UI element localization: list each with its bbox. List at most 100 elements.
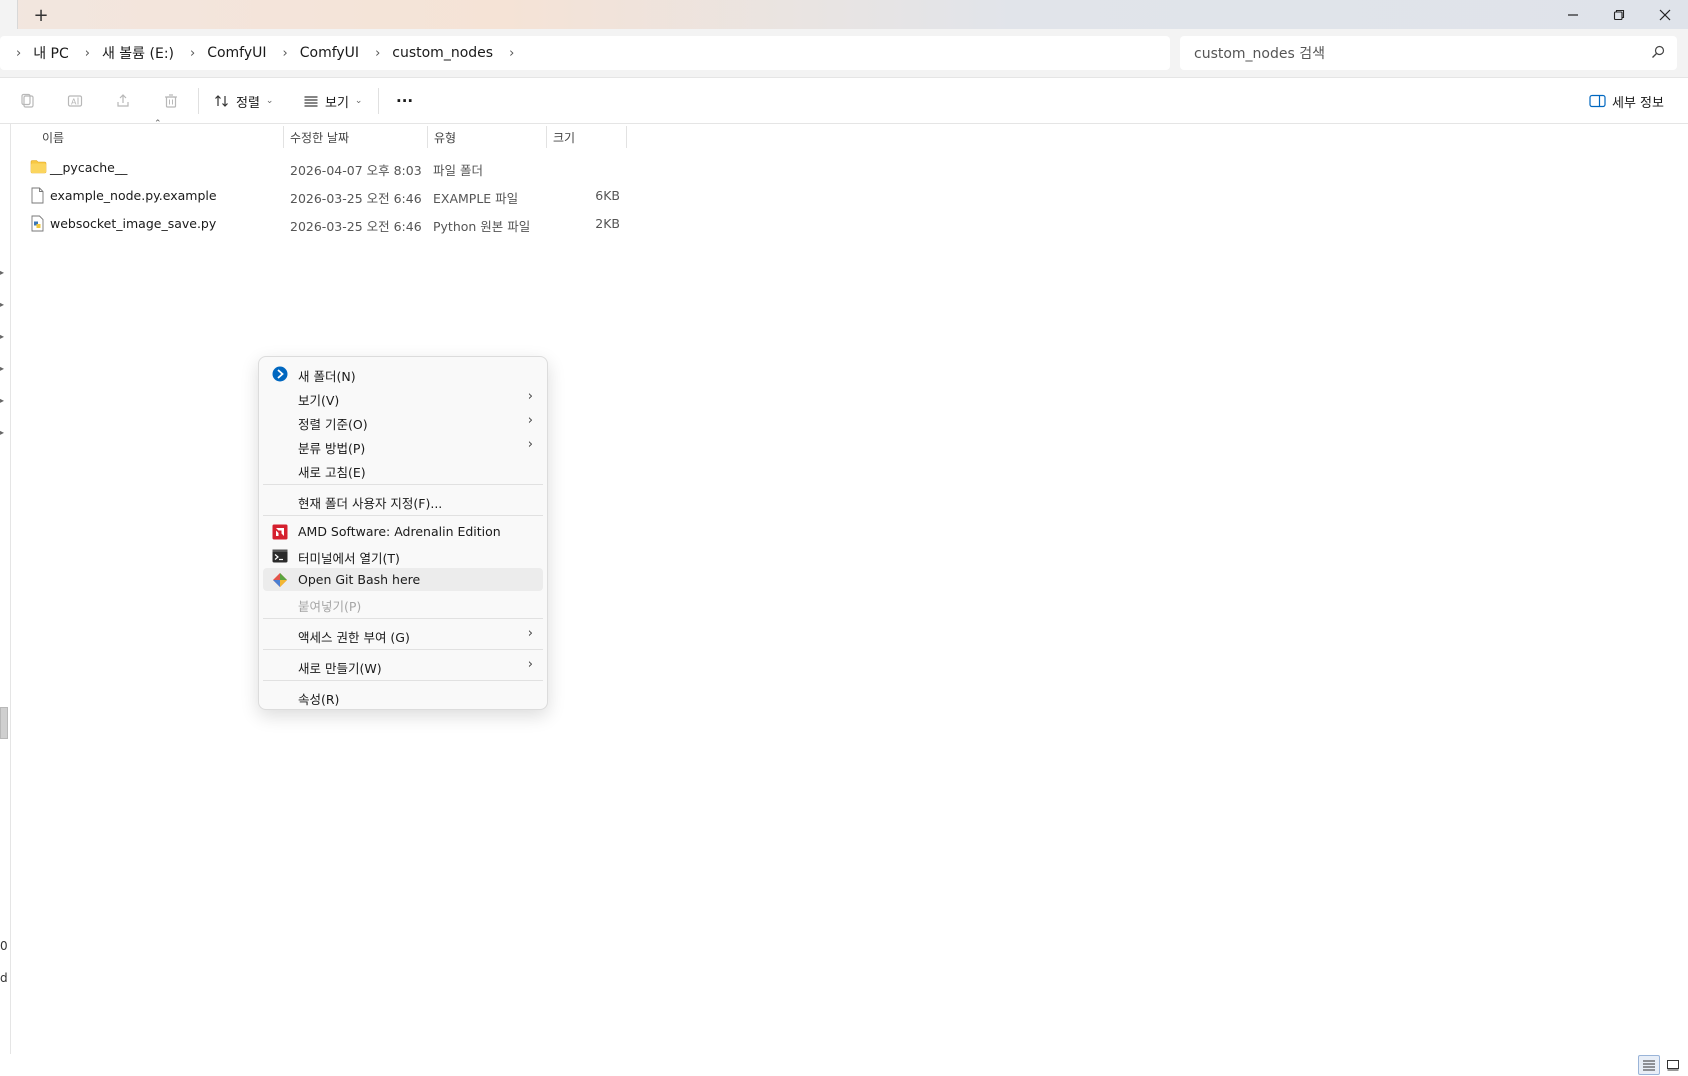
- menu-item-customize-folder[interactable]: 현재 폴더 사용자 지정(F)...: [263, 489, 543, 512]
- menu-item-label: 분류 방법(P): [298, 441, 366, 456]
- column-header-name[interactable]: 이름: [36, 126, 284, 148]
- new-tab-button[interactable]: +: [30, 4, 52, 26]
- menu-item-open-terminal[interactable]: 터미널에서 열기(T): [263, 544, 543, 567]
- toolbar-divider: [198, 88, 199, 114]
- svg-text:A: A: [71, 98, 77, 107]
- menu-item-properties[interactable]: 속성(R): [263, 685, 543, 708]
- context-menu: 새 폴더(N) 보기(V) › 정렬 기준(O) › 분류 방법(P) › 새로…: [258, 356, 548, 710]
- command-bar: A 정렬 ⌄ 보기 ⌄ ··· 세부 정보: [0, 78, 1688, 124]
- menu-item-label: 새 폴더(N): [298, 369, 356, 384]
- more-options-button[interactable]: ···: [396, 87, 413, 115]
- restore-icon: [1613, 9, 1625, 20]
- menu-item-give-access[interactable]: 액세스 권한 부여 (G) ›: [263, 623, 543, 646]
- file-type: Python 원본 파일: [433, 219, 531, 234]
- breadcrumb-chevron-icon[interactable]: ›: [509, 46, 514, 61]
- details-view-icon: [1643, 1060, 1655, 1071]
- tree-expand-icon[interactable]: ▸: [0, 268, 4, 277]
- file-modified: 2026-04-07 오후 8:03: [290, 163, 422, 178]
- menu-item-label: AMD Software: Adrenalin Edition: [298, 524, 501, 539]
- breadcrumb-item-comfyui[interactable]: ComfyUI: [207, 45, 266, 61]
- table-row[interactable]: __pycache__ 2026-04-07 오후 8:03 파일 폴더: [20, 155, 630, 181]
- file-size: 2KB: [595, 216, 620, 231]
- delete-button[interactable]: [160, 90, 182, 112]
- menu-item-group-by[interactable]: 분류 방법(P) ›: [263, 434, 543, 457]
- column-header-modified-label: 수정한 날짜: [290, 130, 350, 145]
- file-modified: 2026-03-25 오전 6:46: [290, 191, 422, 206]
- table-row[interactable]: example_node.py.example 2026-03-25 오전 6:…: [20, 183, 630, 209]
- menu-item-new[interactable]: 새로 만들기(W) ›: [263, 654, 543, 677]
- tree-expand-icon[interactable]: ▸: [0, 428, 4, 437]
- menu-item-amd-software[interactable]: AMD Software: Adrenalin Edition: [263, 520, 543, 543]
- menu-item-label: 새로 고침(E): [298, 465, 366, 480]
- chevron-right-icon: ›: [527, 413, 533, 428]
- breadcrumb[interactable]: › 내 PC › 새 볼륨 (E:) › ComfyUI › ComfyUI ›…: [0, 36, 1170, 70]
- copy-icon: [21, 93, 34, 108]
- copy-button[interactable]: [17, 90, 39, 112]
- amd-icon: [272, 524, 288, 540]
- file-type: 파일 폴더: [433, 163, 483, 178]
- file-type: EXAMPLE 파일: [433, 191, 519, 206]
- nav-pane-text-fragment: d: [0, 971, 8, 985]
- maximize-button[interactable]: [1596, 0, 1642, 29]
- title-bar: +: [0, 0, 1688, 29]
- details-view-button[interactable]: [1638, 1055, 1660, 1075]
- column-header-name-label: 이름: [42, 130, 65, 145]
- minimize-button[interactable]: [1550, 0, 1596, 29]
- view-label: 보기: [325, 95, 349, 111]
- tree-expand-icon[interactable]: ▸: [0, 364, 4, 373]
- menu-item-sort-by[interactable]: 정렬 기준(O) ›: [263, 410, 543, 433]
- search-input[interactable]: custom_nodes 검색: [1180, 36, 1677, 70]
- chevron-right-icon: ›: [527, 626, 533, 641]
- menu-item-new-folder[interactable]: 새 폴더(N): [263, 362, 543, 385]
- breadcrumb-item-custom-nodes[interactable]: custom_nodes: [392, 45, 493, 61]
- breadcrumb-item-comfyui-inner[interactable]: ComfyUI: [300, 45, 359, 61]
- menu-item-open-git-bash[interactable]: Open Git Bash here: [263, 568, 543, 591]
- menu-separator: [263, 680, 543, 681]
- pane-splitter-handle[interactable]: [0, 707, 8, 739]
- breadcrumb-chevron-icon[interactable]: ›: [85, 46, 90, 61]
- close-button[interactable]: [1642, 0, 1688, 29]
- column-header-type-label: 유형: [434, 130, 457, 145]
- tiles-view-icon: [1667, 1060, 1679, 1071]
- column-header-size[interactable]: 크기: [547, 126, 627, 148]
- view-list-icon: [304, 96, 318, 107]
- sort-icon: [215, 95, 228, 107]
- file-icon: [30, 187, 45, 207]
- table-row[interactable]: websocket_image_save.py 2026-03-25 오전 6:…: [20, 211, 630, 237]
- menu-item-label: 터미널에서 열기(T): [298, 551, 400, 566]
- trash-icon: [165, 94, 177, 108]
- tree-expand-icon[interactable]: ▸: [0, 300, 4, 309]
- breadcrumb-chevron-icon[interactable]: ›: [283, 46, 288, 61]
- sort-button[interactable]: 정렬 ⌄: [214, 87, 273, 115]
- navigation-pane-edge[interactable]: [0, 124, 11, 1054]
- breadcrumb-chevron-icon[interactable]: ›: [190, 46, 195, 61]
- view-button[interactable]: 보기 ⌄: [303, 87, 362, 115]
- menu-item-view[interactable]: 보기(V) ›: [263, 386, 543, 409]
- breadcrumb-chevron-icon[interactable]: ›: [375, 46, 380, 61]
- tab-edge[interactable]: [0, 0, 18, 29]
- rename-button[interactable]: A: [64, 90, 86, 112]
- details-pane-button[interactable]: 세부 정보: [1589, 87, 1664, 115]
- git-icon: [272, 572, 288, 588]
- new-folder-icon: [272, 366, 288, 382]
- chevron-right-icon: ›: [527, 389, 533, 404]
- tree-expand-icon[interactable]: ▸: [0, 396, 4, 405]
- share-button[interactable]: [112, 90, 134, 112]
- menu-item-refresh[interactable]: 새로 고침(E): [263, 458, 543, 481]
- details-label: 세부 정보: [1612, 95, 1664, 111]
- tree-expand-icon[interactable]: ▸: [0, 332, 4, 341]
- column-header-type[interactable]: 유형: [428, 126, 547, 148]
- large-icons-view-button[interactable]: [1662, 1055, 1684, 1075]
- folder-icon: [30, 159, 47, 177]
- column-header-modified[interactable]: 수정한 날짜: [284, 126, 428, 148]
- file-name: __pycache__: [50, 160, 128, 175]
- search-icon[interactable]: [1651, 45, 1665, 59]
- menu-item-paste[interactable]: 붙여넣기(P): [263, 592, 543, 615]
- menu-item-label: 새로 만들기(W): [298, 661, 382, 676]
- breadcrumb-item-volume-e[interactable]: 새 볼륨 (E:): [102, 43, 174, 63]
- close-icon: [1659, 9, 1671, 20]
- breadcrumb-item-my-pc[interactable]: 내 PC: [33, 43, 69, 63]
- file-modified: 2026-03-25 오전 6:46: [290, 219, 422, 234]
- breadcrumb-chevron-icon[interactable]: ›: [16, 46, 21, 61]
- menu-item-label: 액세스 권한 부여 (G): [298, 630, 410, 645]
